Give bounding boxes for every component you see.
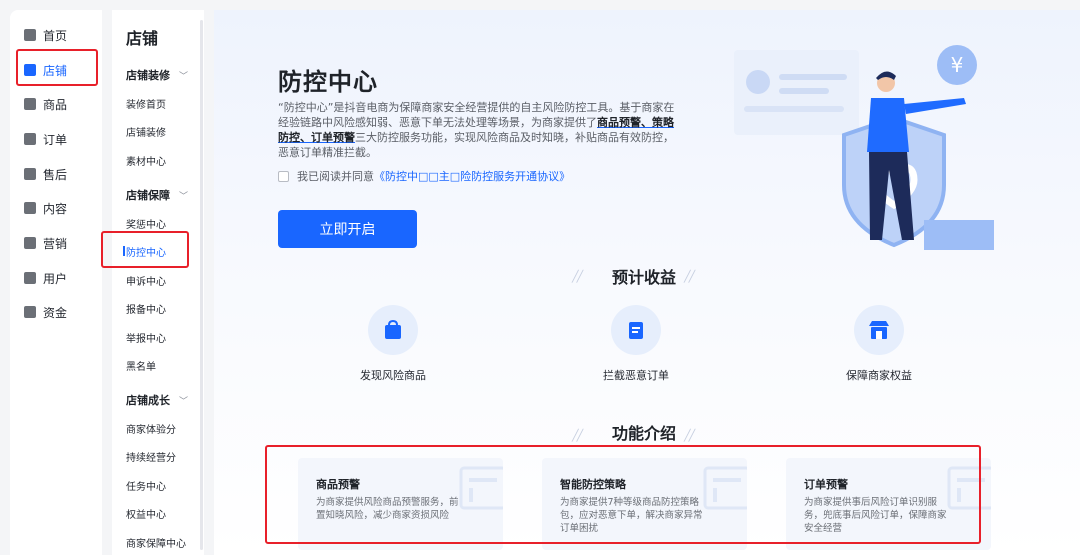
megaphone-icon (24, 237, 36, 249)
illustration-person-body (867, 98, 909, 152)
nav-item-content[interactable]: 内容 (24, 194, 100, 222)
primary-sidebar: 首页 店铺 商品 订单 售后 内容 营销 用户 资金 (10, 10, 102, 555)
page-title: 防控中心 (278, 68, 378, 96)
illustration-line (779, 74, 847, 80)
benefit-icon-circle (854, 305, 904, 355)
nav-item-store[interactable]: 店铺 (24, 56, 100, 84)
hero-illustration: ¥ (734, 45, 994, 250)
wallet-icon (24, 306, 36, 318)
group-store-protection[interactable]: 店铺保障 ﹀ (126, 187, 188, 203)
nav2-item-rights-center[interactable]: 权益中心 (126, 506, 166, 521)
group-store-decoration[interactable]: 店铺装修 ﹀ (126, 67, 188, 83)
nav2-item-risk-control-center[interactable]: 防控中心 (123, 244, 166, 259)
nav2-item-operation-score[interactable]: 持续经营分 (126, 449, 176, 464)
nav-item-order[interactable]: 订单 (24, 125, 100, 153)
secondary-sidebar: 店铺 店铺装修 ﹀ 装修首页 店铺装修 素材中心 店铺保障 ﹀ 奖惩中心 防控中心 … (112, 10, 204, 555)
illustration-line (744, 106, 844, 112)
agreement-link[interactable]: 《防控中□□主□险防控服务开通协议》 (374, 168, 570, 184)
product-icon (24, 98, 36, 110)
main-content: 防控中心 “防控中心”是抖音电商为保障商家安全经营提供的自主风险防控工具。基于商… (214, 10, 1080, 555)
section-decoration: ╱╱ (572, 429, 583, 442)
nav2-item-experience-score[interactable]: 商家体验分 (126, 421, 176, 436)
benefit-icon-circle (368, 305, 418, 355)
user-icon (24, 272, 36, 284)
bag-icon (385, 319, 401, 339)
card-watermark-icon (459, 466, 503, 510)
nav-item-marketing[interactable]: 营销 (24, 229, 100, 257)
benefit-icon-circle (611, 305, 661, 355)
illustration-avatar (746, 70, 770, 94)
card-watermark-icon (947, 466, 991, 510)
chevron-down-icon: ﹀ (179, 191, 189, 202)
after-sales-icon (24, 168, 36, 180)
store-icon (24, 64, 36, 76)
yen-coin-symbol: ¥ (951, 53, 964, 77)
nav2-item-reward-center[interactable]: 奖惩中心 (126, 216, 166, 231)
illustration-box (924, 220, 994, 250)
secondary-sidebar-title: 店铺 (126, 29, 159, 48)
group-store-growth[interactable]: 店铺成长 ﹀ (126, 392, 188, 408)
home-icon (24, 29, 36, 41)
feature-card: 订单预警 为商家提供事后风险订单识别服务，兜底事后风险订单，保障商家安全经营 (786, 458, 991, 550)
nav2-item-task-center[interactable]: 任务中心 (126, 478, 166, 493)
chevron-down-icon: ﹀ (179, 396, 189, 407)
agreement-row: 我已阅读并同意 《防控中□□主□险防控服务开通协议》 (278, 168, 570, 184)
content-icon (24, 202, 36, 214)
start-button[interactable]: 立即开启 (278, 210, 417, 248)
nav2-item-merchant-protection[interactable]: 商家保障中心 (126, 535, 186, 550)
benefit-item: 发现风险商品 (328, 305, 458, 383)
benefits-title: 预计收益 (612, 268, 677, 287)
chevron-down-icon: ﹀ (179, 71, 189, 82)
hero-description: “防控中心”是抖音电商为保障商家安全经营提供的自主风险防控工具。基于商家在经验链… (278, 101, 675, 159)
feature-card: 商品预警 为商家提供风险商品预警服务，前置知晓风险，减少商家资损风险 (298, 458, 503, 550)
section-decoration: ╱╱ (684, 429, 695, 442)
nav-item-user[interactable]: 用户 (24, 264, 100, 292)
section-decoration: ╱╱ (572, 270, 583, 283)
feature-card: 智能防控策略 为商家提供7种等级商品防控策略包，应对恶意下单，解决商家异常订单困… (542, 458, 747, 550)
agreement-checkbox[interactable] (278, 170, 289, 182)
shop-shield-icon (869, 321, 889, 339)
nav-item-after-sales[interactable]: 售后 (24, 160, 100, 188)
section-decoration: ╱╱ (684, 270, 695, 283)
illustration-person-arm (904, 98, 966, 114)
nav-item-home[interactable]: 首页 (24, 21, 100, 49)
nav2-item-decoration-home[interactable]: 装修首页 (126, 96, 166, 111)
nav2-item-filing-center[interactable]: 报备中心 (126, 301, 166, 316)
benefit-item: 拦截恶意订单 (571, 305, 701, 383)
card-watermark-icon (703, 466, 747, 510)
nav-item-product[interactable]: 商品 (24, 90, 100, 118)
nav2-item-material-center[interactable]: 素材中心 (126, 153, 166, 168)
nav2-item-blacklist[interactable]: 黑名单 (126, 358, 156, 373)
clipboard-icon (629, 322, 643, 339)
illustration-line (779, 88, 829, 94)
nav2-item-store-decoration[interactable]: 店铺装修 (126, 124, 166, 139)
secondary-sidebar-scrollbar[interactable] (200, 20, 203, 550)
nav-item-funds[interactable]: 资金 (24, 298, 100, 326)
nav2-item-appeal-center[interactable]: 申诉中心 (126, 273, 166, 288)
features-title: 功能介绍 (612, 424, 677, 443)
order-icon (24, 133, 36, 145)
nav2-item-report-center[interactable]: 举报中心 (126, 330, 166, 345)
benefit-item: 保障商家权益 (814, 305, 944, 383)
